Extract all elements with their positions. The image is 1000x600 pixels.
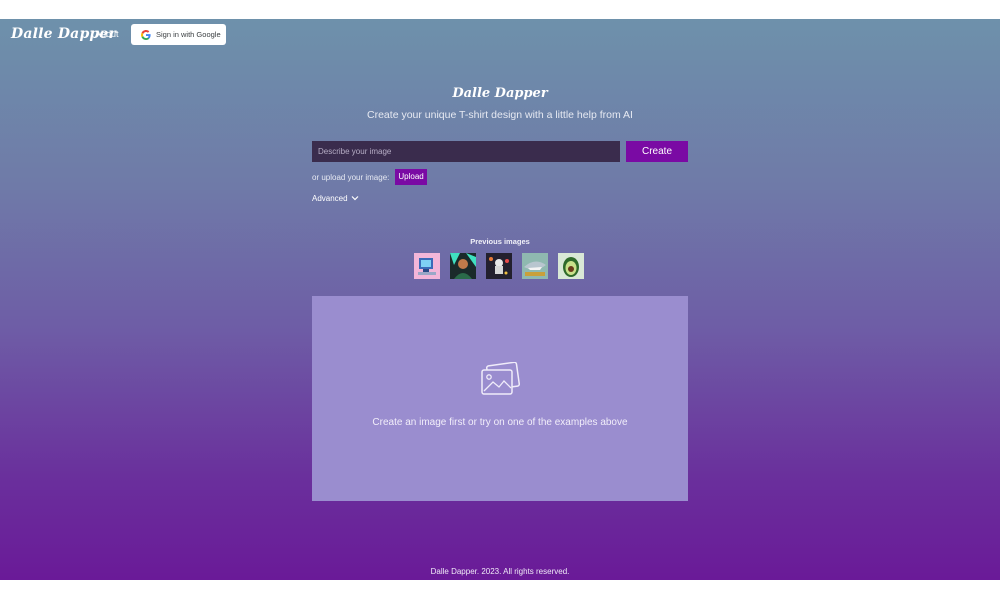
astronaut-thumbnail[interactable] (486, 253, 512, 279)
shark-thumbnail[interactable] (522, 253, 548, 279)
upload-label: or upload your image: (312, 172, 390, 182)
advanced-toggle[interactable]: Advanced (312, 194, 359, 203)
create-button[interactable]: Create (626, 141, 688, 162)
avocado-thumbnail[interactable] (558, 253, 584, 279)
hero-subtitle: Create your unique T-shirt design with a… (367, 109, 633, 121)
app-background: Dalle Dapper About Sign in with Google D… (0, 19, 1000, 580)
hero-title: Dalle Dapper (452, 86, 548, 101)
chevron-down-icon (351, 194, 359, 203)
footer-text: Dalle Dapper. 2023. All rights reserved. (430, 567, 570, 576)
computer-thumbnail[interactable] (414, 253, 440, 279)
describe-image-input[interactable] (312, 141, 620, 162)
about-link[interactable]: About (95, 29, 119, 39)
previous-images-title: Previous images (470, 237, 530, 246)
tshirt-preview-area: Create an image first or try on one of t… (312, 296, 688, 501)
portrait-thumbnail[interactable] (450, 253, 476, 279)
google-signin-button[interactable]: Sign in with Google (131, 24, 226, 45)
image-placeholder-icon (478, 361, 522, 403)
advanced-label: Advanced (312, 194, 348, 203)
previous-images-list (414, 253, 584, 279)
top-nav: Dalle Dapper About Sign in with Google (0, 19, 1000, 51)
preview-message: Create an image first or try on one of t… (372, 417, 628, 428)
google-icon (137, 29, 155, 40)
google-signin-label: Sign in with Google (156, 30, 221, 39)
upload-button[interactable]: Upload (395, 169, 427, 185)
upload-row: or upload your image: Upload (312, 169, 427, 185)
